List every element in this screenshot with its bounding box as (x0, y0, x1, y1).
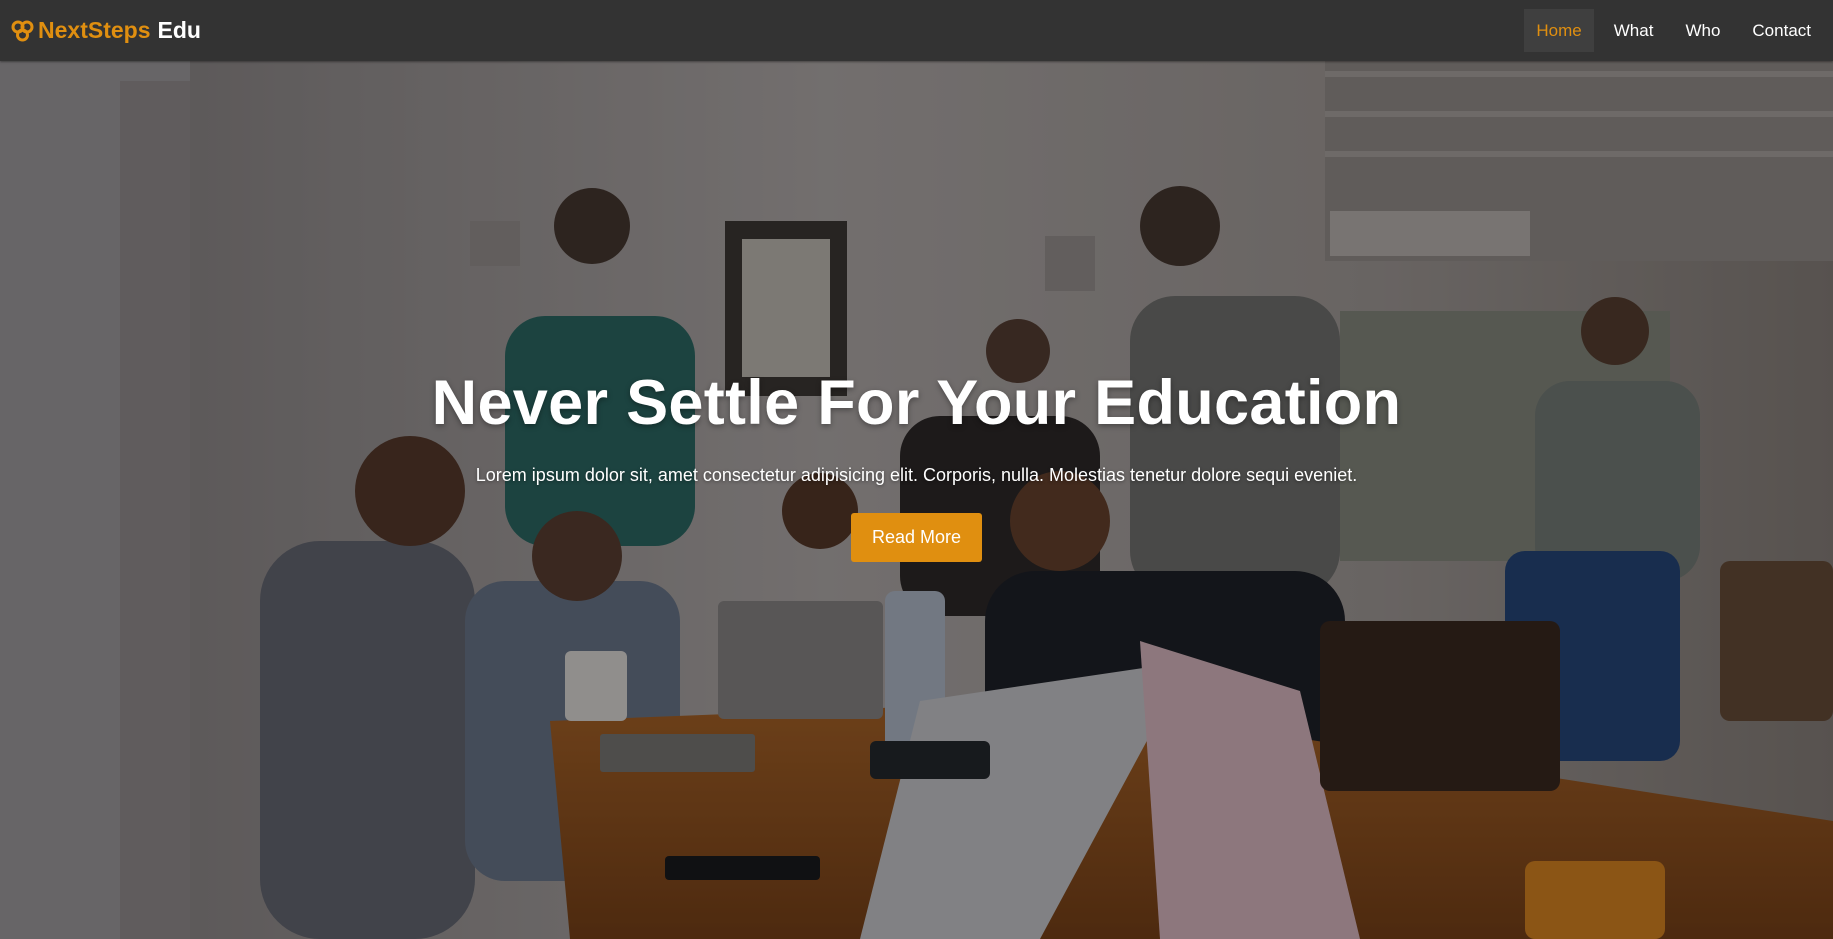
nav-link-home[interactable]: Home (1524, 9, 1594, 52)
infinity-knot-icon (10, 18, 36, 44)
navbar: NextSteps Edu Home What Who Contact (0, 0, 1833, 61)
read-more-button[interactable]: Read More (851, 513, 982, 562)
nav-link-who[interactable]: Who (1673, 9, 1732, 52)
nav-link-contact[interactable]: Contact (1740, 9, 1823, 52)
nav-menu: Home What Who Contact (1516, 0, 1833, 61)
nav-link-what[interactable]: What (1602, 9, 1666, 52)
hero-description: Lorem ipsum dolor sit, amet consectetur … (475, 465, 1358, 485)
brand-name-primary: NextSteps (38, 17, 151, 43)
brand-logo-link[interactable]: NextSteps Edu (10, 17, 201, 44)
brand-name-secondary: Edu (157, 17, 201, 43)
hero-title: Never Settle For Your Education (431, 368, 1402, 438)
hero-section: Never Settle For Your Education Lorem ip… (0, 61, 1833, 939)
hero-content: Never Settle For Your Education Lorem ip… (0, 61, 1833, 939)
